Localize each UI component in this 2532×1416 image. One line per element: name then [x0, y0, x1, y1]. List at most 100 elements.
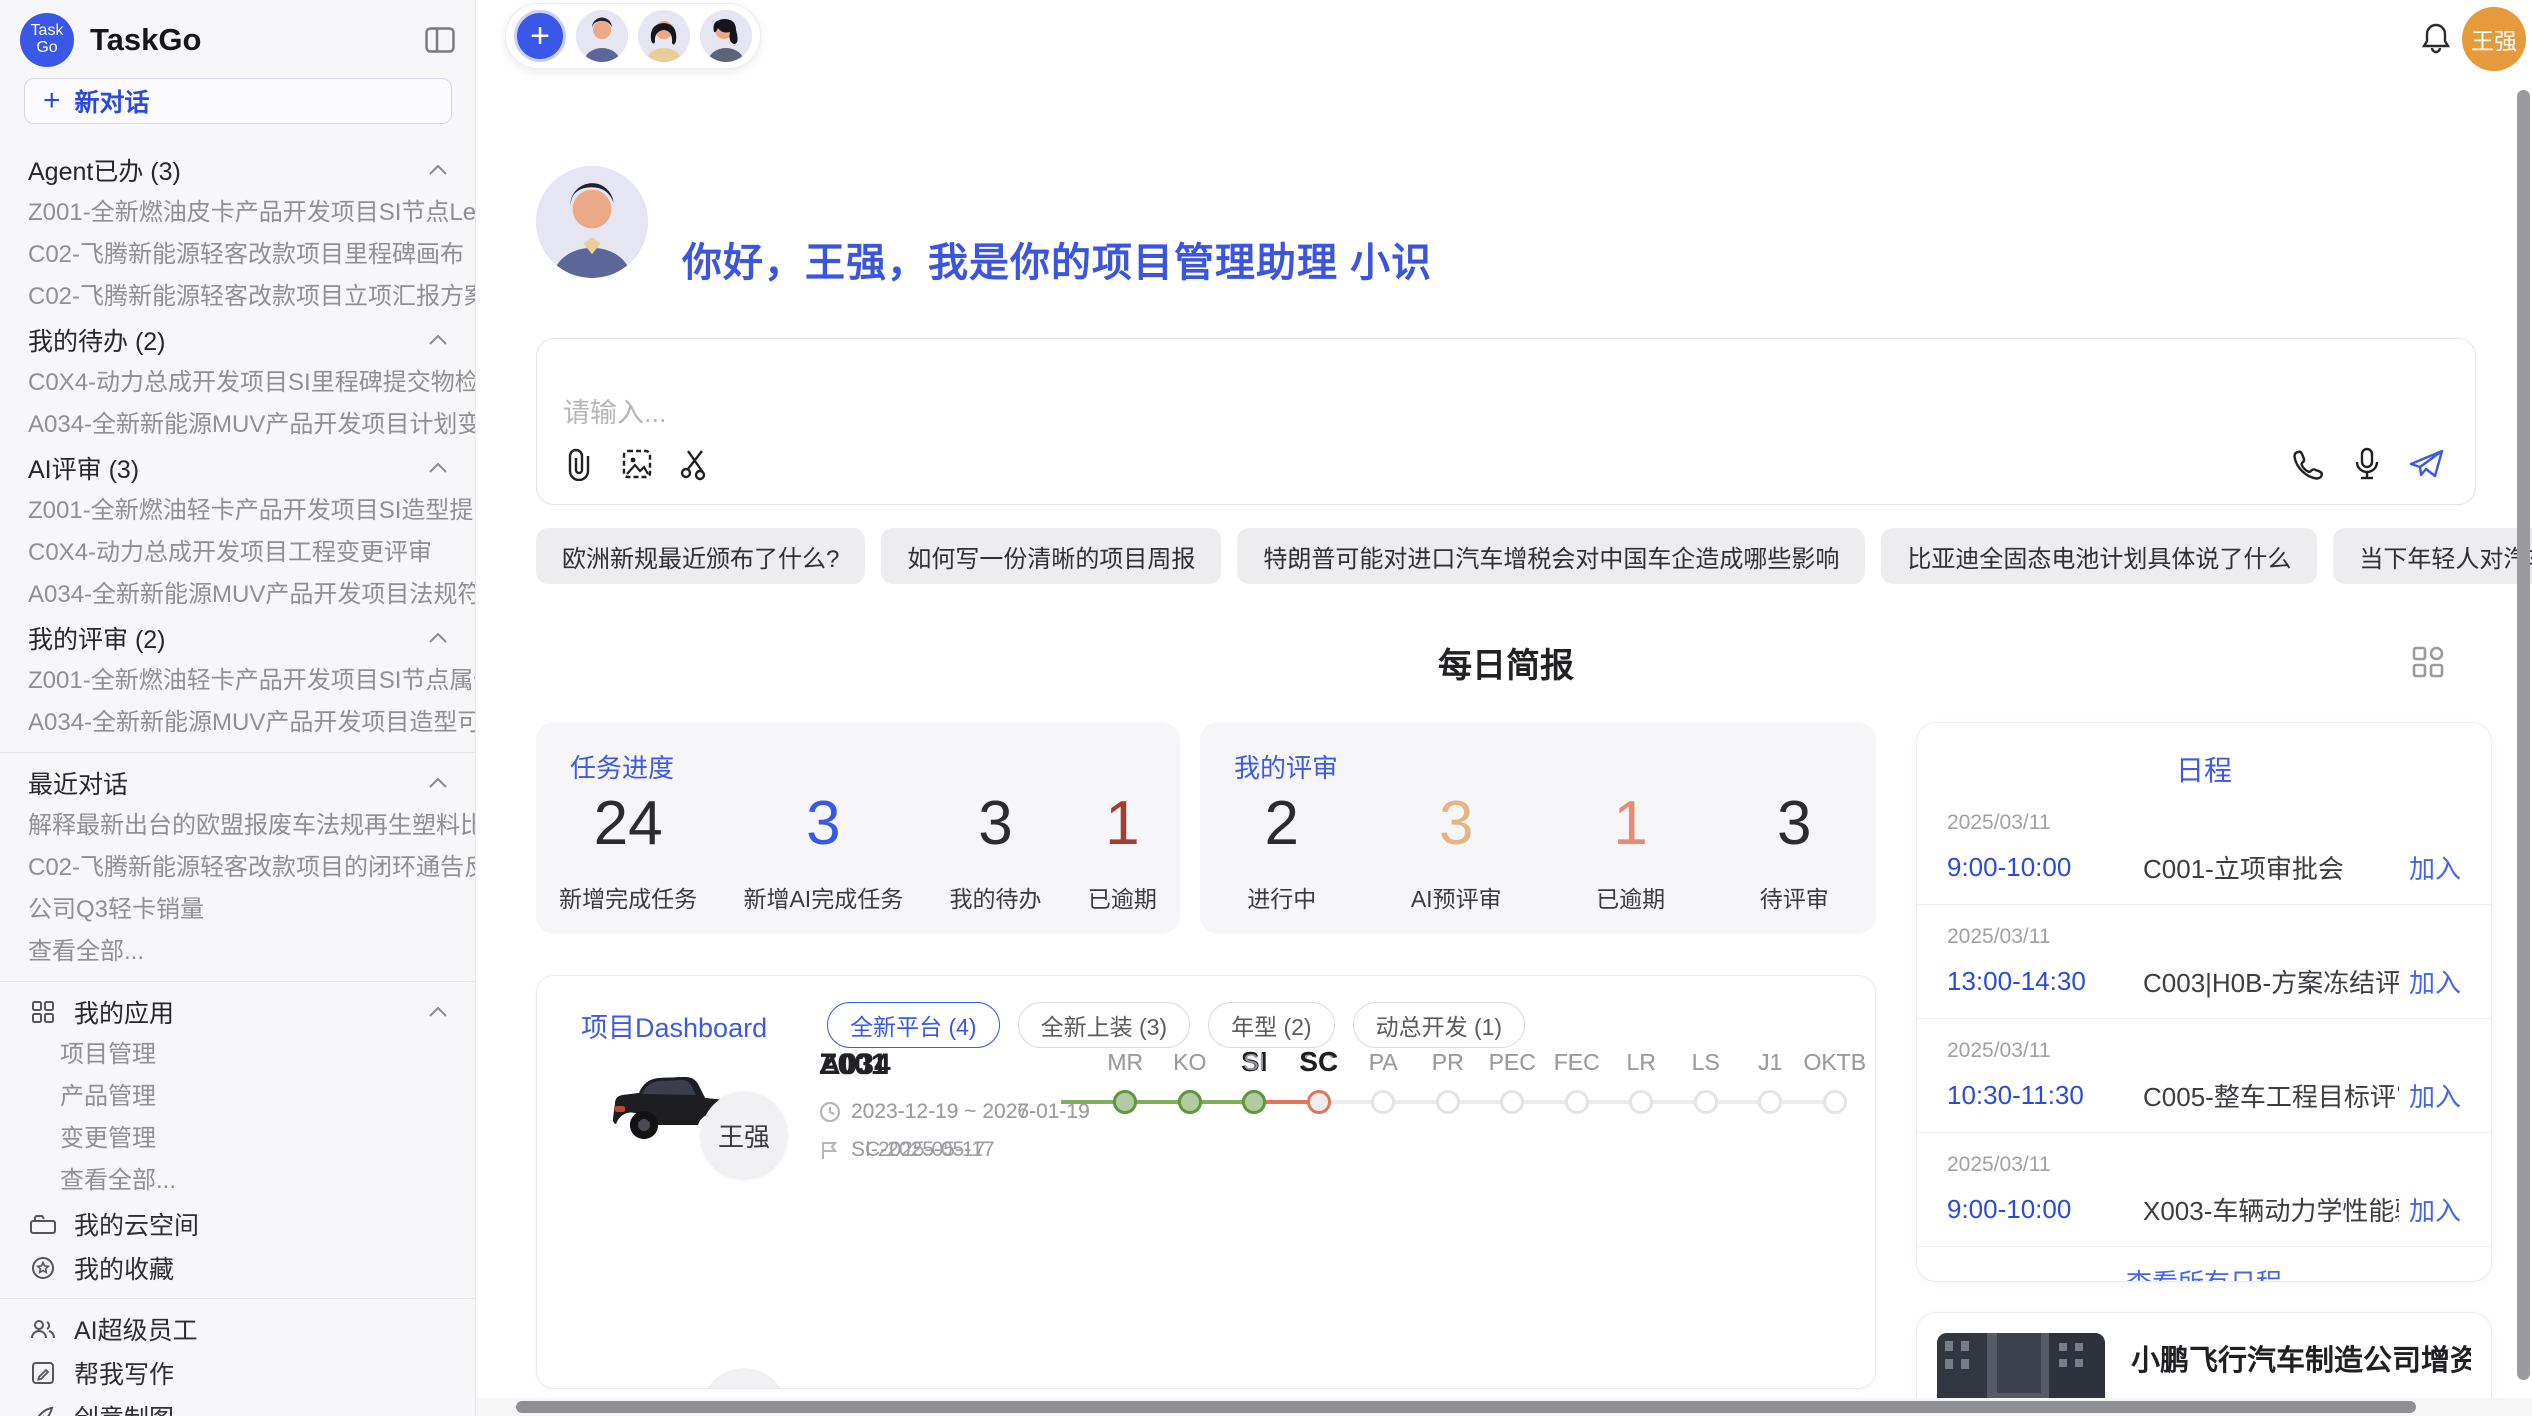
image-upload-icon[interactable]: [619, 446, 655, 482]
milestone-dot: [1500, 1090, 1524, 1114]
app-link[interactable]: 产品管理: [0, 1076, 475, 1118]
stat-item: 3 待评审: [1760, 790, 1829, 914]
milestone-label: PR: [1432, 1044, 1464, 1080]
join-meeting-link[interactable]: 加入: [2409, 849, 2461, 886]
sidebar-item-favorites[interactable]: 我的收藏: [0, 1246, 475, 1290]
sidebar-section-header[interactable]: AI评审 (3): [0, 446, 475, 490]
clock-icon: [819, 1101, 841, 1123]
filter-chip[interactable]: 全新上装 (3): [1018, 1002, 1191, 1048]
suggestion-chip[interactable]: 如何写一份清晰的项目周报: [881, 528, 1221, 584]
milestone-label: SI: [1243, 1044, 1265, 1080]
horizontal-scrollbar-thumb[interactable]: [516, 1401, 2416, 1413]
sidebar-task-item[interactable]: A034-全新新能源MUV产品开发项目计划变更表编写: [0, 404, 475, 446]
send-icon[interactable]: [2409, 446, 2445, 482]
milestone-dot: [1629, 1090, 1653, 1114]
app-link[interactable]: 变更管理: [0, 1118, 475, 1160]
app-link[interactable]: 项目管理: [0, 1034, 475, 1076]
attachment-icon[interactable]: [561, 446, 597, 482]
my-apps-header[interactable]: 我的应用: [0, 990, 475, 1034]
stat-item: 24 新增完成任务: [559, 790, 697, 914]
taskgo-app: Task Go TaskGo + 新对话 Agent已办 (3): [0, 0, 2532, 1416]
sidebar-task-item[interactable]: Z001-全新燃油皮卡产品开发项目SI节点Lesson Learn报告: [0, 192, 475, 234]
filter-chip[interactable]: 动总开发 (1): [1353, 1002, 1526, 1048]
add-agent-button[interactable]: +: [514, 10, 566, 62]
feather-pen-icon: [28, 1405, 58, 1416]
vertical-scrollbar-thumb[interactable]: [2517, 90, 2530, 1380]
stat-value: 2: [1265, 790, 1299, 858]
sidebar-section-header[interactable]: 我的待办 (2): [0, 318, 475, 362]
sidebar-section-header[interactable]: Agent已办 (3): [0, 148, 475, 192]
sidebar-task-item[interactable]: C02-飞腾新能源轻客改款项目里程碑画布: [0, 234, 475, 276]
agent-avatar[interactable]: [700, 10, 752, 62]
milestone-label: PEC: [1489, 1044, 1536, 1080]
milestone-dot: [1436, 1090, 1460, 1114]
schedule-event: 2025/03/11 9:00-10:00 X003-车辆动力学性能验... 加…: [1917, 1133, 2491, 1247]
sidebar-task-item[interactable]: Z001-全新燃油轻卡产品开发项目SI造型提交物评审: [0, 490, 475, 532]
suggestion-chip[interactable]: 比亚迪全固态电池计划具体说了什么: [1881, 528, 2317, 584]
event-time: 9:00-10:00: [1947, 852, 2143, 883]
milestone-label: FEC: [1554, 1044, 1600, 1080]
milestone-label: LR: [1627, 1044, 1656, 1080]
sidebar-task-item[interactable]: C0X4-动力总成开发项目工程变更评审: [0, 532, 475, 574]
screenshot-scissors-icon[interactable]: [677, 446, 713, 482]
user-avatar[interactable]: 王强: [2462, 7, 2526, 71]
star-badge-icon: [28, 1256, 58, 1280]
milestone-label: OKTB: [1803, 1044, 1866, 1080]
microphone-icon[interactable]: [2349, 446, 2385, 482]
filter-chip[interactable]: 全新平台 (4): [827, 1002, 1000, 1048]
recent-chat-item[interactable]: C02-飞腾新能源轻客改款项目的闭环通告反馈情况: [0, 847, 475, 889]
join-meeting-link[interactable]: 加入: [2409, 1077, 2461, 1114]
sidebar-task-item[interactable]: A034-全新新能源MUV产品开发项目造型可行性评审: [0, 702, 475, 744]
recent-chat-item[interactable]: 解释最新出台的欧盟报废车法规再生塑料比例被调至15%...: [0, 805, 475, 847]
plus-icon: +: [43, 86, 61, 116]
view-all-schedule-link[interactable]: 查看所有日程: [1917, 1247, 2491, 1282]
join-meeting-link[interactable]: 加入: [2409, 963, 2461, 1000]
stat-label: 已逾期: [1596, 880, 1665, 914]
stat-item: 1 已逾期: [1596, 790, 1665, 914]
stat-label: 已逾期: [1088, 880, 1157, 914]
recent-chats-list: 解释最新出台的欧盟报废车法规再生塑料比例被调至15%... C02-飞腾新能源轻…: [0, 805, 475, 973]
sidebar-section-header[interactable]: 我的评审 (2): [0, 616, 475, 660]
sidebar-item-creative-draw[interactable]: 创意制图: [0, 1395, 475, 1416]
milestone-label: J1: [1758, 1044, 1782, 1080]
collapse-sidebar-icon[interactable]: [425, 27, 455, 53]
suggestion-chip[interactable]: 当下年轻人对汽车外观有怎样的喜好趋势: [2333, 528, 2532, 584]
sidebar-item-ai-employee[interactable]: AI超级员工: [0, 1307, 475, 1351]
sidebar-task-item[interactable]: C02-飞腾新能源轻客改款项目立项汇报方案: [0, 276, 475, 318]
briefing-layout-icon[interactable]: [2408, 642, 2448, 682]
agent-avatar[interactable]: [638, 10, 690, 62]
my-reviews-card: 我的评审 2 进行中 3 AI预评审 1 已逾期 3: [1200, 722, 1876, 934]
daily-briefing-title: 每日简报: [536, 638, 2476, 687]
project-milestone-date: SC-2025-05-17: [851, 1138, 995, 1162]
suggestion-chip[interactable]: 欧洲新规最近颁布了什么?: [536, 528, 865, 584]
event-title: C005-整车工程目标评审: [2143, 1077, 2399, 1114]
chat-composer[interactable]: 请输入...: [536, 338, 2476, 505]
recent-chats-header[interactable]: 最近对话: [0, 761, 475, 805]
project-row[interactable]: 王强 A034 2023-12-19 ~ 2026-01-19 SC-2025-…: [537, 1048, 1875, 1198]
news-title: 小鹏飞行汽车制造公司增资: [2131, 1337, 2471, 1379]
filter-chip[interactable]: 年型 (2): [1208, 1002, 1335, 1048]
chevron-up-icon: [429, 778, 447, 788]
voice-call-icon[interactable]: [2289, 446, 2325, 482]
chevron-up-icon: [429, 165, 447, 175]
sidebar-task-item[interactable]: Z001-全新燃油轻卡产品开发项目SI节点属性5D文件评审: [0, 660, 475, 702]
stat-value: 24: [594, 790, 663, 858]
sidebar-item-help-write[interactable]: 帮我写作: [0, 1351, 475, 1395]
chevron-up-icon: [429, 463, 447, 473]
suggestion-chip[interactable]: 特朗普可能对进口汽车增税会对中国车企造成哪些影响: [1237, 528, 1865, 584]
horizontal-scrollbar[interactable]: [476, 1398, 2532, 1416]
new-chat-button[interactable]: + 新对话: [24, 78, 452, 124]
sidebar-item-cloud-space[interactable]: 我的云空间: [0, 1202, 475, 1246]
agent-quick-bar: +: [505, 3, 761, 69]
recent-chat-item[interactable]: 公司Q3轻卡销量: [0, 889, 475, 931]
sidebar-task-item[interactable]: A034-全新新能源MUV产品开发项目法规符合性评审: [0, 574, 475, 616]
stat-label: 进行中: [1247, 880, 1316, 914]
app-link[interactable]: 查看全部...: [0, 1160, 475, 1202]
notifications-bell-icon[interactable]: [2418, 20, 2454, 56]
join-meeting-link[interactable]: 加入: [2409, 1191, 2461, 1228]
agent-avatar[interactable]: [576, 10, 628, 62]
recent-chat-item[interactable]: 查看全部...: [0, 931, 475, 973]
apps-grid-icon: [28, 1000, 58, 1024]
sidebar-task-item[interactable]: C0X4-动力总成开发项目SI里程碑提交物检查: [0, 362, 475, 404]
stat-item: 3 新增AI完成任务: [743, 790, 903, 914]
